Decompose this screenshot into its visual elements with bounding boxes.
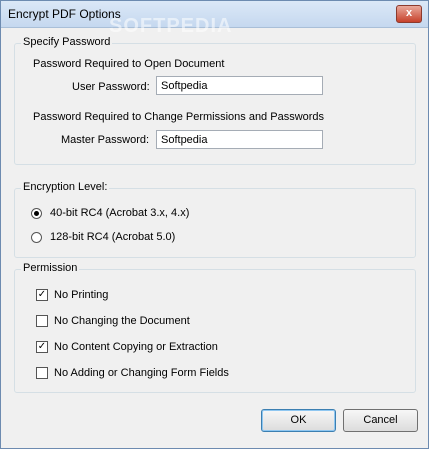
encryption-option-label: 40-bit RC4 (Acrobat 3.x, 4.x) xyxy=(50,207,190,219)
permission-label: No Adding or Changing Form Fields xyxy=(54,367,229,379)
checkbox-no-changing[interactable] xyxy=(36,315,48,327)
encryption-option-label: 128-bit RC4 (Acrobat 5.0) xyxy=(50,231,176,243)
radio-40bit[interactable] xyxy=(31,208,42,219)
checkbox-no-form-fields[interactable] xyxy=(36,367,48,379)
close-button[interactable]: x xyxy=(396,5,422,23)
permission-label: No Changing the Document xyxy=(54,315,190,327)
radio-128bit[interactable] xyxy=(31,232,42,243)
master-password-field[interactable] xyxy=(156,130,323,149)
specify-password-group: Specify Password Password Required to Op… xyxy=(14,36,416,165)
cancel-button[interactable]: Cancel xyxy=(343,409,418,432)
checkbox-no-printing[interactable]: ✓ xyxy=(36,289,48,301)
close-icon: x xyxy=(405,7,413,19)
title-bar[interactable]: Encrypt PDF Options SOFTPEDIA x xyxy=(1,1,428,37)
softpedia-watermark: SOFTPEDIA xyxy=(109,15,233,37)
user-password-field[interactable] xyxy=(156,76,323,95)
encryption-level-group: Encryption Level: 40-bit RC4 (Acrobat 3.… xyxy=(14,181,416,258)
checkbox-no-copying[interactable]: ✓ xyxy=(36,341,48,353)
permission-legend: Permission xyxy=(21,262,80,274)
specify-password-legend: Specify Password xyxy=(21,36,113,48)
permission-label: No Printing xyxy=(54,289,109,301)
encryption-level-legend: Encryption Level: xyxy=(21,181,110,193)
master-password-label: Master Password: xyxy=(61,134,150,146)
window-title: Encrypt PDF Options xyxy=(8,7,121,21)
permission-label: No Content Copying or Extraction xyxy=(54,341,218,353)
change-permissions-heading: Password Required to Change Permissions … xyxy=(33,111,325,123)
permission-group: Permission ✓ No Printing No Changing the… xyxy=(14,262,416,393)
encrypt-pdf-options-dialog: Encrypt PDF Options SOFTPEDIA x Specify … xyxy=(0,0,429,449)
ok-button[interactable]: OK xyxy=(261,409,336,432)
user-password-label: User Password: xyxy=(72,81,150,93)
open-document-heading: Password Required to Open Document xyxy=(33,58,225,70)
